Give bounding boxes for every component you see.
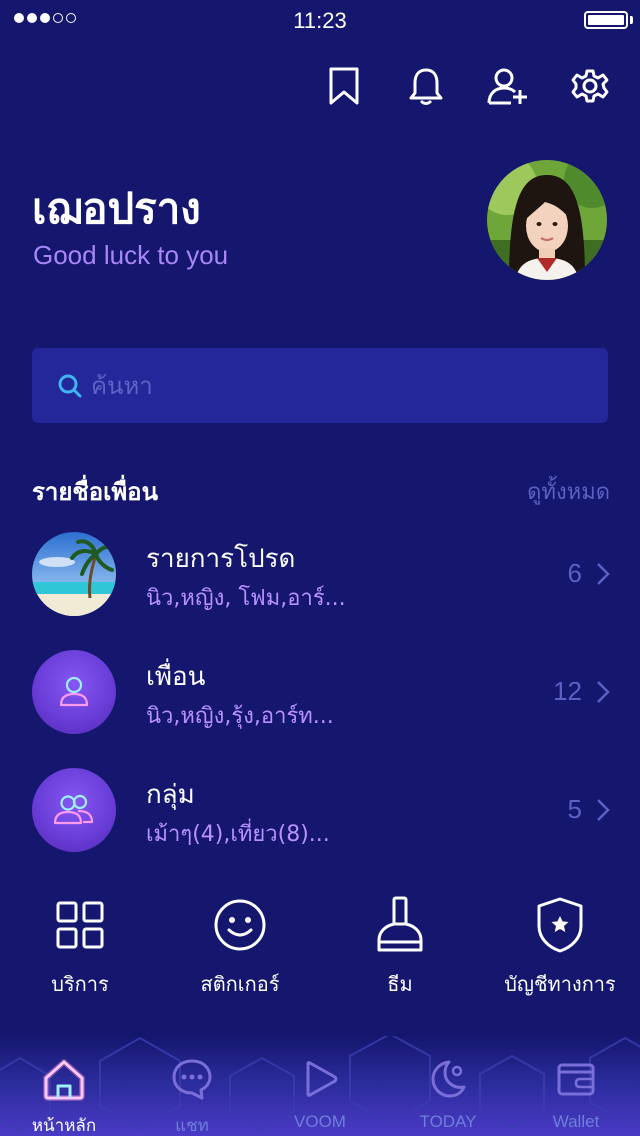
- stickers-button[interactable]: สติกเกอร์: [150, 890, 330, 1000]
- official-accounts-button[interactable]: บัญชีทางการ: [470, 890, 640, 1000]
- tab-chat[interactable]: แชท: [128, 1054, 256, 1136]
- chat-icon: [172, 1059, 212, 1100]
- service-button[interactable]: บริการ: [0, 890, 170, 1000]
- brush-icon: [377, 896, 423, 952]
- tab-label: หน้าหลัก: [31, 1116, 97, 1135]
- profile-status-message[interactable]: Good luck to you: [33, 240, 228, 271]
- smiley-icon: [214, 899, 266, 951]
- row-subtitle: เม้าๆ(4),เที่ยว(8)...: [146, 822, 330, 847]
- service-label: บริการ: [51, 972, 109, 996]
- person-icon: [32, 650, 116, 734]
- row-subtitle: นิว,หญิง,รุ้ง,อาร์ท...: [146, 704, 334, 729]
- group-icon: [32, 768, 116, 852]
- profile-name[interactable]: เฌอปราง: [32, 176, 201, 242]
- header-actions: [320, 62, 614, 110]
- search-input[interactable]: [89, 370, 573, 401]
- search-icon: [58, 374, 82, 397]
- moon-icon: [431, 1060, 466, 1098]
- add-friend-icon[interactable]: [484, 62, 532, 110]
- groups-row[interactable]: กลุ่ม เม้าๆ(4),เที่ยว(8)... 5: [32, 768, 612, 854]
- row-subtitle: นิว,หญิง, โฟม,อาร์...: [146, 586, 346, 611]
- status-time: 11:23: [293, 8, 347, 33]
- bell-icon[interactable]: [402, 62, 450, 110]
- tab-today[interactable]: TODAY: [384, 1054, 512, 1132]
- settings-gear-icon[interactable]: [566, 62, 614, 110]
- tab-label: VOOM: [294, 1112, 346, 1131]
- wallet-icon: [557, 1063, 595, 1096]
- chevron-right-icon: [597, 681, 610, 703]
- tab-voom[interactable]: VOOM: [256, 1054, 384, 1132]
- services-shortcuts: บริการ สติกเกอร์ ธีม บัญชีทางการ: [0, 890, 640, 1000]
- search-bar[interactable]: [32, 348, 608, 423]
- friends-section-header: รายชื่อเพื่อน ดูทั้งหมด: [32, 470, 610, 506]
- shield-star-icon: [537, 897, 583, 953]
- tab-label: TODAY: [419, 1112, 477, 1131]
- bottom-tab-bar: หน้าหลัก แชท VOOM TODAY Wallet: [0, 1036, 640, 1136]
- home-icon: [43, 1059, 85, 1101]
- friends-row[interactable]: เพื่อน นิว,หญิง,รุ้ง,อาร์ท... 12: [32, 650, 612, 736]
- profile-avatar[interactable]: [487, 160, 607, 280]
- favorites-row[interactable]: รายการโปรด นิว,หญิง, โฟม,อาร์... 6: [32, 532, 612, 618]
- section-title: รายชื่อเพื่อน: [32, 478, 158, 506]
- see-all-link[interactable]: ดูทั้งหมด: [527, 474, 610, 509]
- service-label: ธีม: [387, 972, 413, 996]
- row-count: 5: [567, 794, 582, 824]
- tab-label: Wallet: [552, 1112, 600, 1131]
- bookmark-icon[interactable]: [320, 62, 368, 110]
- row-title: กลุ่ม: [146, 780, 195, 810]
- status-bar: 11:23: [0, 0, 640, 40]
- row-title: เพื่อน: [146, 662, 206, 692]
- chevron-right-icon: [597, 799, 610, 821]
- row-count: 6: [567, 558, 582, 588]
- play-icon: [306, 1061, 338, 1097]
- service-label: สติกเกอร์: [200, 972, 280, 996]
- themes-button[interactable]: ธีม: [310, 890, 490, 1000]
- battery-icon: [584, 11, 628, 29]
- grid-icon: [56, 901, 104, 949]
- row-count: 12: [553, 676, 582, 706]
- tab-wallet[interactable]: Wallet: [512, 1054, 640, 1132]
- tab-label: แชท: [175, 1116, 209, 1135]
- beach-thumbnail: [32, 532, 116, 616]
- chevron-right-icon: [597, 563, 610, 585]
- service-label: บัญชีทางการ: [504, 972, 616, 996]
- tab-home[interactable]: หน้าหลัก: [0, 1054, 128, 1136]
- row-title: รายการโปรด: [146, 544, 296, 574]
